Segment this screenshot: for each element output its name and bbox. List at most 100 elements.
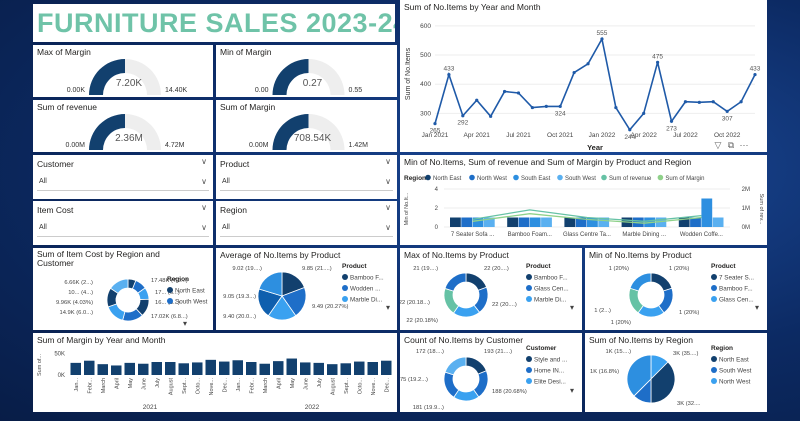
legend-item: North East — [719, 357, 749, 364]
x-tick-label: Jul 2021 — [506, 132, 531, 139]
data-label: 433 — [750, 66, 761, 73]
legend-marker — [711, 356, 717, 362]
donut-customer-card[interactable]: Count of No.Items by Customer 172 (18...… — [400, 333, 582, 412]
scroll-down-icon[interactable]: ▾ — [755, 303, 759, 312]
chevron-down-icon[interactable]: ∨ — [385, 157, 391, 166]
legend-marker — [711, 274, 717, 280]
legend-title: Region — [711, 345, 733, 352]
legend-item: Marble Di... — [350, 297, 382, 304]
pie-region-card[interactable]: Sum of No.Items by Region 1K (15....) 3K … — [585, 333, 767, 412]
legend-item: Home IN... — [534, 368, 564, 375]
x-tick-label: Febr... — [87, 378, 93, 394]
y-axis-label: Sum of... — [37, 354, 43, 376]
legend-marker — [526, 356, 532, 362]
legend-marker — [526, 285, 532, 291]
legend-marker — [167, 287, 173, 293]
donut-customer-title: Count of No.Items by Customer — [404, 335, 524, 345]
slicer-dropdown[interactable]: All ∨ — [220, 223, 393, 237]
slicer-region[interactable]: Region ∨ All ∨ — [216, 201, 397, 245]
x-tick-label: Oct 2022 — [714, 132, 741, 139]
donut-slice — [444, 272, 467, 292]
gauge-max-label: 14.40K — [165, 87, 188, 94]
data-label: 9.96K (4.03%) — [56, 300, 93, 306]
y-tick-label: 400 — [420, 81, 431, 88]
legend-title: Region — [167, 276, 189, 283]
slicer-customer[interactable]: Customer ∨ All ∨ — [33, 155, 213, 199]
slicer-item-cost[interactable]: Item Cost ∨ All ∨ — [33, 201, 213, 245]
gauge-card: Max of Margin 7.20K 0.00K 14.40K — [33, 45, 213, 97]
combo-chart-card[interactable]: Min of No.Items, Sum of revenue and Sum … — [400, 155, 767, 245]
x-tick-label: Dec... — [384, 378, 390, 393]
legend-item: Glass Cen... — [534, 286, 569, 293]
data-label: 324 — [555, 110, 566, 117]
scroll-down-icon[interactable]: ▾ — [386, 303, 390, 312]
slicer-dropdown[interactable]: All ∨ — [37, 177, 209, 191]
line-point — [739, 100, 743, 104]
gauge-min-label: 0.00K — [67, 87, 86, 94]
scroll-down-icon[interactable]: ▾ — [570, 386, 574, 395]
line-chart-card[interactable]: Sum of No.Items by Year and Month 300 400… — [400, 0, 767, 152]
legend-marker — [657, 174, 664, 181]
y2-tick-label: 1M — [742, 206, 750, 212]
x-tick-label: 7 Seater Sofa ... — [451, 232, 495, 238]
data-label: 9.85 (21....) — [302, 266, 332, 272]
line-point — [711, 100, 715, 104]
donut-region-card[interactable]: Sum of Item Cost by Region and Customer … — [33, 248, 213, 330]
y-axis-label: Sum of No.Items — [405, 47, 412, 100]
legend-marker — [342, 285, 348, 291]
data-label: 1 (20%) — [669, 266, 689, 272]
margin-bar — [340, 363, 351, 375]
pie-product-card[interactable]: Average of No.Items by Product 9.02 (19.… — [216, 248, 397, 330]
x-tick-label: April — [276, 378, 282, 389]
slicer-dropdown[interactable]: All ∨ — [37, 223, 209, 237]
donut-max-title: Max of No.Items by Product — [404, 250, 509, 260]
combo-bar — [564, 217, 576, 227]
bar-chart-card[interactable]: Sum of Margin by Year and Month 0K 50K Sum… — [33, 333, 397, 412]
legend-item: Bamboo F... — [350, 275, 384, 282]
data-label: 1 (20%) — [679, 310, 699, 316]
data-label: 3K (32.... — [677, 401, 701, 407]
chevron-down-icon[interactable]: ∨ — [201, 223, 207, 232]
combo-chart: Region North East North West South East Sout… — [404, 174, 764, 238]
line-point — [656, 60, 660, 64]
data-label: 22 (20....) — [492, 302, 517, 308]
focus-icon[interactable]: ⧉ — [728, 140, 735, 150]
legend-item: Sum of revenue — [609, 176, 652, 182]
data-label: 22 (20.18...) — [400, 300, 430, 306]
legend-item: Wodden ... — [350, 286, 381, 293]
chevron-down-icon[interactable]: ∨ — [385, 223, 391, 232]
scroll-down-icon[interactable]: ▾ — [570, 303, 574, 312]
margin-bar — [205, 359, 216, 375]
x-axis-label: Year — [587, 143, 603, 152]
chevron-down-icon[interactable]: ∨ — [201, 177, 207, 186]
donut-max-card[interactable]: Max of No.Items by Product 21 (19....) 22… — [400, 248, 582, 330]
combo-bar — [701, 198, 713, 227]
chevron-down-icon[interactable]: ∨ — [201, 157, 207, 166]
margin-bar — [354, 361, 365, 375]
gauge-card: Sum of revenue 2.36M 0.00M 4.72M — [33, 100, 213, 152]
line-point — [475, 98, 479, 102]
x-tick-label: July — [155, 378, 161, 388]
scroll-down-icon[interactable]: ▾ — [183, 319, 187, 328]
x-tick-label: Sept... — [182, 378, 188, 394]
combo-bar — [518, 217, 530, 227]
donut-min-card[interactable]: Min of No.Items by Product 1 (20%) 1 (20%… — [585, 248, 767, 330]
x-tick-label: Oct 2021 — [547, 132, 574, 139]
slicer-product[interactable]: Product ∨ All ∨ — [216, 155, 397, 199]
chevron-down-icon[interactable]: ∨ — [201, 203, 207, 212]
data-label: 475 — [652, 53, 663, 60]
legend-item: North West — [477, 176, 507, 182]
filter-icon[interactable]: ▽ — [715, 140, 722, 150]
y2-tick-label: 2M — [742, 187, 750, 193]
chevron-down-icon[interactable]: ∨ — [385, 203, 391, 212]
legend-item: 7 Seater S... — [719, 275, 754, 282]
margin-bar — [70, 362, 81, 375]
x-tick-label: August — [168, 378, 174, 396]
chevron-down-icon[interactable]: ∨ — [385, 177, 391, 186]
x-tick-label: Jan... — [236, 378, 242, 392]
legend-item: Sum of Margin — [665, 176, 704, 182]
slicer-dropdown[interactable]: All ∨ — [220, 177, 393, 191]
more-icon[interactable]: ⋯ — [740, 140, 749, 150]
legend-marker — [711, 285, 717, 291]
line-point — [516, 91, 521, 95]
